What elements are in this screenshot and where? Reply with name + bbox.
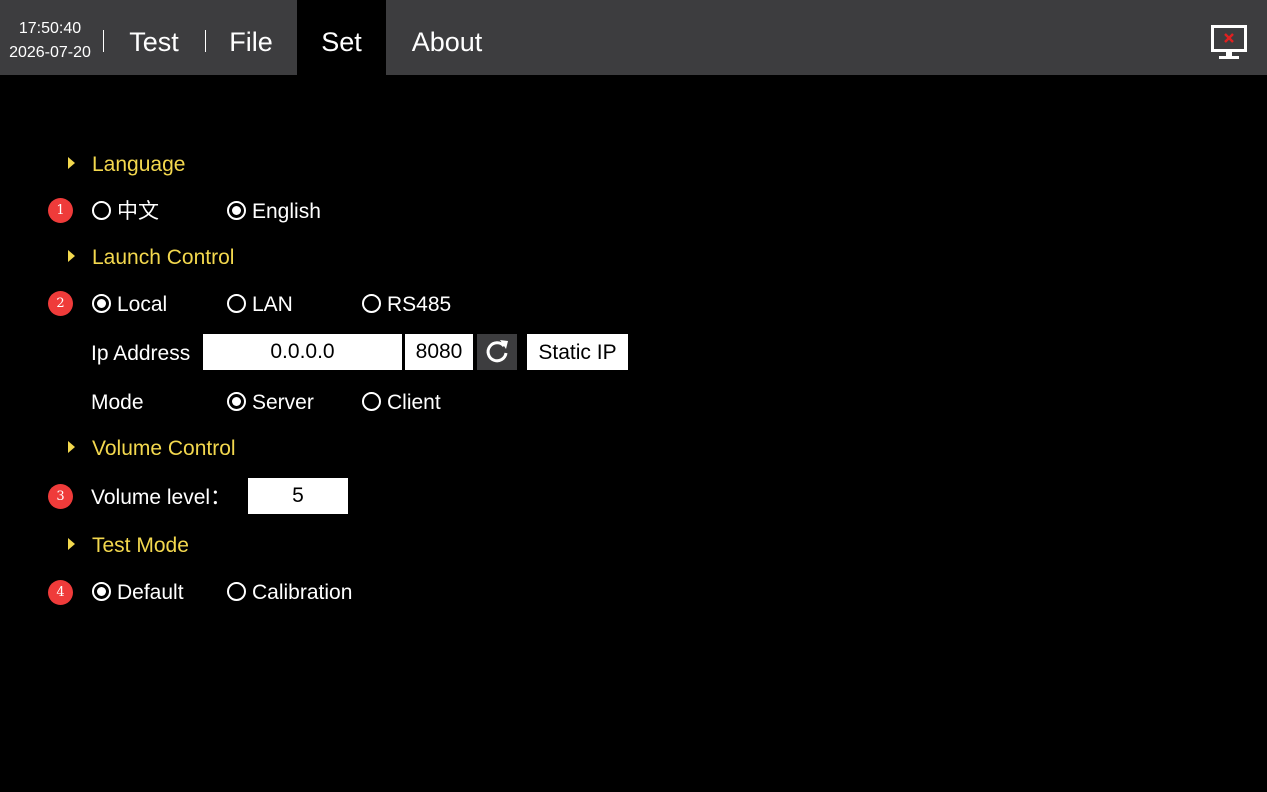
ip-address-label: Ip Address [91, 342, 191, 365]
step-badge-3: 3 [48, 484, 73, 509]
radio-mode-server[interactable]: Server [227, 390, 314, 416]
radio-selected-icon [227, 200, 246, 220]
radio-label: 中文 [117, 200, 159, 223]
clock-time: 17:50:40 [18, 20, 82, 37]
tab-test[interactable]: Test [114, 0, 194, 75]
radio-label: Client [387, 391, 441, 414]
ip-address-input[interactable] [203, 334, 402, 370]
radio-circle-icon [227, 581, 246, 601]
step-badge-4: 4 [48, 580, 73, 605]
port-input[interactable] [405, 334, 473, 370]
radio-selected-icon [92, 581, 111, 601]
radio-selected-icon [227, 391, 246, 411]
radio-launch-rs485[interactable]: RS485 [362, 292, 451, 318]
radio-mode-client[interactable]: Client [362, 390, 441, 416]
section-volume-control: Volume Control [68, 437, 236, 461]
radio-circle-icon [362, 391, 381, 411]
radio-circle-icon [362, 293, 381, 313]
section-launch-control-title: Launch Control [92, 246, 235, 269]
section-launch-control: Launch Control [68, 246, 234, 270]
radio-language-chinese[interactable]: 中文 [92, 199, 159, 225]
radio-label: LAN [252, 293, 293, 316]
refresh-button[interactable] [477, 334, 517, 370]
radio-selected-icon [92, 293, 111, 313]
tab-file[interactable]: File [215, 0, 287, 75]
section-volume-control-title: Volume Control [92, 437, 236, 460]
section-test-mode: Test Mode [68, 534, 189, 558]
section-language: Language [68, 153, 185, 177]
radio-circle-icon [92, 200, 111, 220]
section-language-title: Language [92, 153, 186, 176]
radio-label: Calibration [252, 581, 353, 604]
radio-launch-lan[interactable]: LAN [227, 292, 293, 318]
radio-launch-local[interactable]: Local [92, 292, 167, 318]
step-badge-2: 2 [48, 291, 73, 316]
caret-right-icon [68, 538, 75, 551]
radio-test-calibration[interactable]: Calibration [227, 580, 352, 606]
caret-right-icon [68, 250, 75, 263]
step-badge-1: 1 [48, 198, 73, 223]
caret-right-icon [68, 441, 75, 454]
volume-level-label: Volume level： [91, 486, 232, 509]
tab-separator [205, 30, 206, 52]
monitor-close-icon[interactable] [1209, 23, 1249, 61]
radio-label: Server [252, 391, 314, 414]
clock: 17:50:40 2026-07-20 [0, 0, 100, 75]
volume-level-input[interactable] [248, 478, 348, 514]
refresh-icon [486, 340, 508, 363]
tab-separator [103, 30, 104, 52]
radio-language-english[interactable]: English [227, 199, 321, 225]
radio-test-default[interactable]: Default [92, 580, 184, 606]
radio-label: English [252, 200, 321, 223]
static-ip-button[interactable]: Static IP [527, 334, 628, 370]
tab-about[interactable]: About [396, 0, 498, 75]
mode-label: Mode [91, 391, 144, 414]
top-bar: 17:50:40 2026-07-20 Test File Set About [0, 0, 1267, 75]
section-test-mode-title: Test Mode [92, 534, 189, 557]
tab-set[interactable]: Set [297, 0, 386, 75]
radio-circle-icon [227, 293, 246, 313]
clock-date: 2026-07-20 [9, 44, 91, 61]
radio-label: RS485 [387, 293, 452, 316]
caret-right-icon [68, 157, 75, 170]
radio-label: Default [117, 581, 184, 604]
radio-label: Local [117, 293, 168, 316]
